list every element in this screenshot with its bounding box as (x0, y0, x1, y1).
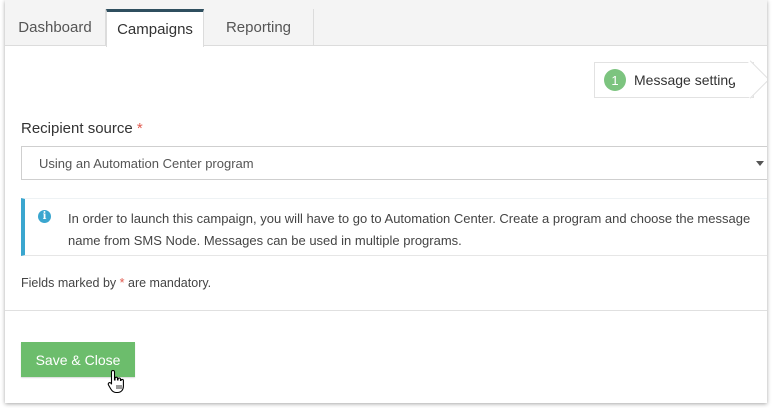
note-prefix: Fields marked by (21, 276, 120, 290)
info-text: In order to launch this campaign, you wi… (68, 211, 751, 248)
mandatory-fields-note: Fields marked by * are mandatory. (21, 276, 211, 290)
recipient-source-label: Recipient source * (21, 120, 143, 137)
divider (5, 310, 767, 311)
info-icon: i (38, 210, 51, 223)
step-chevron-icon (731, 60, 767, 99)
tab-bar: Dashboard Campaigns Reporting (5, 0, 767, 47)
tab-reporting[interactable]: Reporting (204, 9, 314, 46)
campaign-editor-window: Dashboard Campaigns Reporting 1 Message … (5, 0, 767, 403)
info-box: i In order to launch this campaign, you … (21, 198, 767, 256)
step-number-badge: 1 (604, 69, 626, 91)
step-label: Message settings (634, 72, 743, 88)
tab-dashboard[interactable]: Dashboard (5, 9, 106, 46)
caret-down-icon (756, 161, 764, 166)
tab-campaigns[interactable]: Campaigns (106, 9, 204, 47)
step-indicator[interactable]: 1 Message settings (594, 60, 767, 99)
recipient-source-label-text: Recipient source (21, 120, 133, 137)
recipient-source-select[interactable]: Using an Automation Center program (21, 146, 767, 180)
required-asterisk: * (136, 120, 143, 137)
note-suffix: are mandatory. (124, 276, 212, 290)
recipient-source-value: Using an Automation Center program (39, 155, 254, 171)
hand-pointer-cursor-icon (107, 369, 124, 394)
